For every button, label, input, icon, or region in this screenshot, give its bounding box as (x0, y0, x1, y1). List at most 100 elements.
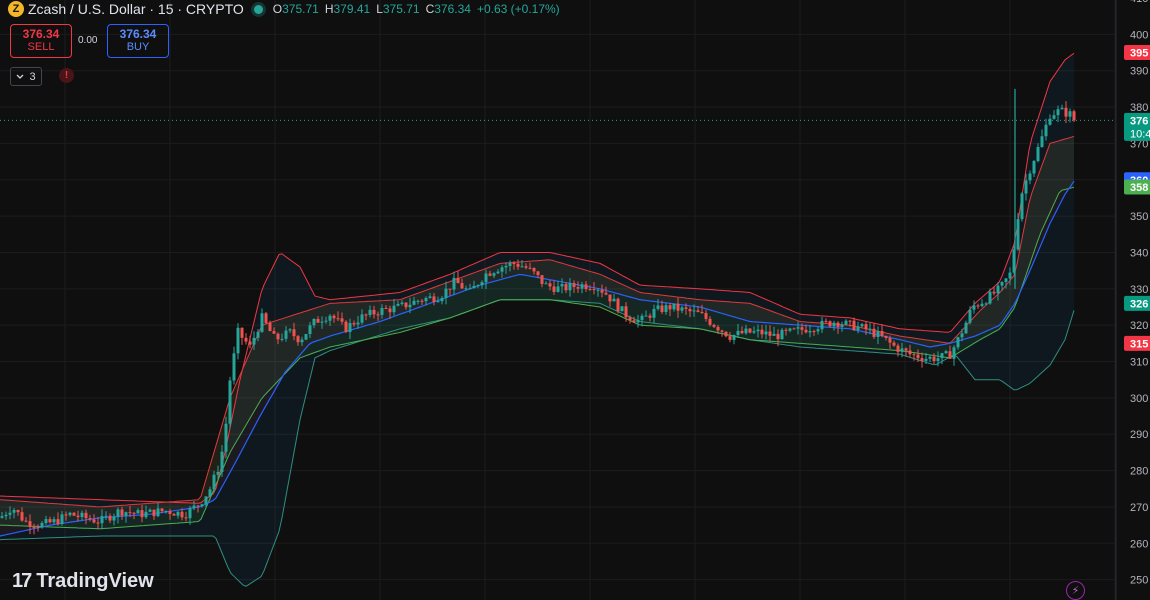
candle-body (292, 329, 296, 337)
candle-body (492, 273, 496, 276)
candle-body (732, 335, 736, 340)
y-tick-label: 260 (1130, 538, 1148, 550)
lightning-bolt-icon[interactable]: ⚡ (1066, 581, 1085, 600)
candle-body (464, 288, 468, 290)
y-tick-label: 270 (1130, 502, 1148, 514)
candle-body (824, 320, 828, 322)
candle-body (108, 515, 112, 521)
candle-body (252, 337, 256, 345)
candle-body (1028, 173, 1032, 181)
candle-body (1064, 107, 1068, 117)
price-label-text: 326 (1130, 298, 1148, 310)
candle-body (604, 292, 608, 295)
candle-body (968, 309, 972, 323)
candle-body (116, 509, 120, 517)
candle-body (408, 304, 412, 308)
candle-body (168, 510, 172, 515)
candle-body (644, 315, 648, 317)
candle-body (1040, 136, 1044, 148)
candle-body (40, 523, 44, 528)
candle-body (568, 283, 572, 291)
candle-body (936, 358, 940, 361)
candle-body (208, 489, 212, 497)
candle-body (688, 308, 692, 312)
candle-body (588, 289, 592, 291)
candle-body (92, 519, 96, 523)
candle-body (140, 510, 144, 518)
candle-body (364, 314, 368, 316)
candle-body (84, 512, 88, 519)
candle-body (556, 286, 560, 292)
candle-body (548, 283, 552, 287)
candle-body (36, 527, 40, 529)
candle-body (796, 327, 800, 329)
y-tick-label: 340 (1130, 247, 1148, 259)
candle-body (960, 333, 964, 338)
tradingview-logo[interactable]: 17 TradingView (12, 570, 154, 593)
error-warning-icon[interactable]: ! (59, 68, 74, 83)
y-tick-label: 400 (1130, 29, 1148, 41)
candle-body (456, 277, 460, 284)
candle-body (580, 284, 584, 289)
candle-body (460, 283, 464, 289)
candle-body (904, 348, 908, 351)
candle-body (280, 338, 284, 340)
candle-body (452, 277, 456, 290)
candle-body (932, 356, 936, 361)
candle-body (356, 322, 360, 325)
candle-body (708, 318, 712, 325)
candle-body (924, 358, 928, 361)
spread-value: 0.00 (78, 35, 98, 46)
candle-body (896, 345, 900, 352)
candle-body (676, 303, 680, 311)
candle-body (164, 510, 168, 512)
candle-body (964, 322, 968, 334)
candle-body (512, 262, 516, 264)
candle-body (944, 351, 948, 354)
candle-body (28, 521, 32, 527)
candle-body (528, 267, 532, 269)
candle-body (96, 522, 100, 524)
candle-body (816, 329, 820, 332)
candle-body (24, 520, 28, 522)
y-tick-label: 300 (1130, 393, 1148, 405)
candle-body (380, 307, 384, 315)
candle-body (248, 341, 252, 345)
buy-button[interactable]: 376.34 BUY (107, 24, 169, 58)
candle-body (68, 512, 72, 516)
candle-body (472, 285, 476, 289)
price-chart[interactable]: 2402502602702802903003103203303403503603… (0, 0, 1150, 600)
candle-body (360, 314, 364, 323)
candle-body (852, 320, 856, 331)
high-value: 379.41 (333, 2, 371, 16)
candle-body (804, 329, 808, 333)
symbol-title[interactable]: Zcash / U.S. Dollar · 15 · CRYPTO (28, 1, 244, 17)
price-label-text: 395 (1130, 48, 1148, 60)
candle-body (1036, 147, 1040, 162)
candle-body (636, 319, 640, 323)
chevron-down-icon (16, 74, 24, 79)
sell-price: 376.34 (22, 27, 60, 41)
price-label-text: 376 (1130, 115, 1148, 127)
change-value: +0.63 (+0.17%) (476, 2, 560, 16)
price-label-text: 358 (1130, 182, 1148, 194)
candle-body (64, 514, 68, 516)
candle-body (176, 511, 180, 516)
candle-body (884, 335, 888, 339)
candle-body (584, 284, 588, 290)
indicators-toggle-button[interactable]: 3 (10, 67, 42, 86)
candle-body (120, 509, 124, 516)
candle-body (88, 518, 92, 520)
candle-body (296, 336, 300, 343)
candle-body (744, 328, 748, 334)
candle-body (912, 354, 916, 356)
candle-body (660, 305, 664, 313)
candle-body (760, 329, 764, 335)
candle-body (388, 308, 392, 313)
candle-body (1016, 219, 1020, 250)
sell-button[interactable]: 376.34 SELL (10, 24, 72, 58)
candle-body (440, 298, 444, 302)
candle-body (1004, 278, 1008, 282)
candle-body (752, 331, 756, 333)
candle-body (376, 314, 380, 316)
